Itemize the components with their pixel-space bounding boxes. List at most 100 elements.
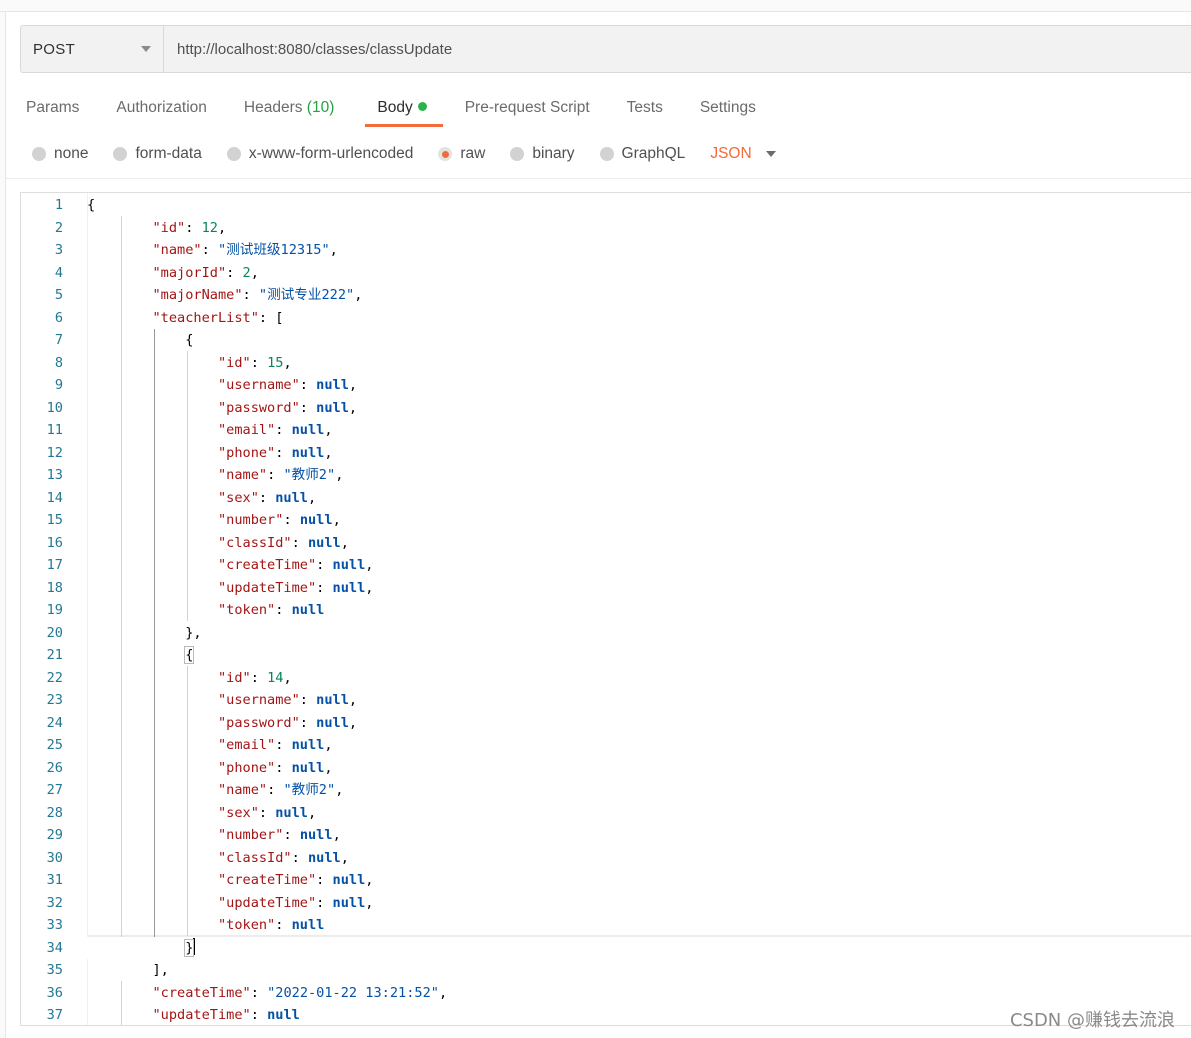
tab-settings[interactable]: Settings [700, 96, 756, 128]
url-input[interactable]: http://localhost:8080/classes/classUpdat… [164, 26, 1191, 72]
line-number: 23 [46, 692, 63, 708]
code-line: 8 "id": 15, [21, 352, 1191, 375]
code-text: "teacherList": [ [152, 309, 284, 326]
code-line: 23 "username": null, [21, 689, 1191, 712]
radio-urlencoded-label: x-www-form-urlencoded [248, 145, 414, 162]
line-number: 20 [46, 624, 63, 641]
line-number: 9 [54, 377, 63, 393]
code-line: 14 "sex": null, [21, 487, 1191, 510]
line-number: 34 [46, 939, 63, 956]
code-text: "name": "教师2", [217, 782, 344, 798]
chevron-down-icon [765, 151, 776, 157]
active-tab-indicator [365, 124, 443, 127]
code-line: 32 "updateTime": null, [21, 892, 1191, 915]
code-line: 10 "password": null, [21, 397, 1191, 420]
major-id-value: 2 [242, 264, 251, 281]
code-text: "id": 12, [152, 219, 227, 236]
tab-body-label: Body [377, 99, 413, 116]
code-line: 9 "username": null, [21, 374, 1191, 397]
code-line: 3 "name": "测试班级12315", [21, 239, 1191, 262]
code-text: { [185, 332, 194, 348]
radio-circle-selected [438, 147, 453, 161]
radio-none[interactable]: none [32, 145, 88, 163]
teacher-name-value: "教师2" [283, 782, 336, 798]
request-tabs: Params Authorization Headers (10) Body P… [26, 96, 756, 128]
class-name-value: "测试班级12315" [217, 242, 330, 258]
code-line: 26 "phone": null, [21, 757, 1191, 780]
line-number: 2 [54, 219, 63, 236]
line-number: 33 [46, 917, 63, 933]
code-line: 29 "number": null, [21, 824, 1191, 847]
code-text: "createTime": null, [217, 557, 374, 573]
tab-headers[interactable]: Headers (10) [244, 96, 334, 128]
code-line: 11 "email": null, [21, 419, 1191, 442]
code-text: "username": null, [217, 377, 358, 393]
section-divider [6, 178, 1191, 179]
radio-circle [113, 147, 128, 161]
code-text: { [184, 646, 195, 664]
code-text: "phone": null, [217, 444, 333, 461]
code-text: "id": 14, [217, 669, 292, 686]
line-number: 36 [46, 984, 63, 1001]
radio-circle [510, 147, 525, 161]
tab-authorization[interactable]: Authorization [116, 96, 206, 128]
radio-none-label: none [54, 145, 89, 162]
code-text: "updateTime": null, [217, 579, 374, 596]
code-line: 20 }, [21, 622, 1191, 645]
line-number: 18 [46, 579, 63, 596]
radio-binary-label: binary [532, 145, 575, 162]
code-line: 15 "number": null, [21, 509, 1191, 532]
method-label: POST [33, 40, 76, 58]
tab-body[interactable]: Body [365, 96, 443, 128]
format-select[interactable]: JSON [710, 145, 776, 163]
method-select[interactable]: POST [21, 26, 164, 72]
code-text: "updateTime": null [152, 1007, 300, 1023]
line-number: 3 [54, 242, 63, 258]
format-select-label: JSON [710, 145, 752, 162]
code-text: "token": null [217, 917, 325, 933]
code-line: 18 "updateTime": null, [21, 577, 1191, 600]
code-text: "password": null, [217, 714, 358, 731]
text-cursor [193, 937, 196, 955]
tab-tests[interactable]: Tests [627, 96, 663, 128]
code-text: "number": null, [217, 512, 341, 528]
radio-circle [226, 147, 241, 161]
line-number: 29 [46, 827, 63, 843]
modified-dot-icon [417, 102, 427, 111]
code-line: 33 "token": null [21, 914, 1191, 937]
radio-binary[interactable]: binary [510, 145, 575, 163]
chevron-down-icon [141, 46, 151, 52]
line-number: 8 [54, 354, 63, 371]
radio-graphql[interactable]: GraphQL [599, 145, 685, 163]
line-number: 6 [54, 309, 63, 326]
code-editor[interactable]: 1{ 2 "id": 12, 3 "name": "测试班级12315", 4 … [20, 192, 1191, 1026]
code-line: 31 "createTime": null, [21, 869, 1191, 892]
line-number: 12 [46, 444, 63, 461]
code-lines: 1{ 2 "id": 12, 3 "name": "测试班级12315", 4 … [21, 194, 1191, 1025]
line-number: 30 [46, 849, 63, 866]
radio-circle [599, 147, 614, 161]
radio-raw[interactable]: raw [438, 145, 485, 163]
radio-urlencoded[interactable]: x-www-form-urlencoded [226, 145, 414, 163]
tab-prerequest-script[interactable]: Pre-request Script [465, 96, 590, 128]
code-text: "number": null, [217, 827, 341, 843]
code-line: 36 "createTime": "2022-01-22 13:21:52", [21, 982, 1191, 1005]
code-line: 21 { [21, 644, 1191, 667]
code-text: "username": null, [217, 692, 358, 708]
line-number: 27 [46, 782, 63, 798]
code-text: "sex": null, [217, 489, 317, 506]
teacher-name-value: "教师2" [283, 467, 336, 483]
tab-params[interactable]: Params [26, 96, 79, 128]
tab-headers-count: (10) [306, 99, 335, 116]
line-number: 17 [46, 557, 63, 573]
code-line: 24 "password": null, [21, 712, 1191, 735]
code-line: 13 "name": "教师2", [21, 464, 1191, 487]
request-bar: POST http://localhost:8080/classes/class… [20, 25, 1191, 73]
radio-form-data[interactable]: form-data [113, 145, 202, 163]
code-line: 12 "phone": null, [21, 442, 1191, 465]
code-line: 35 ], [21, 959, 1191, 982]
line-number: 24 [46, 714, 63, 731]
line-number: 4 [54, 264, 63, 281]
window-top-edge [0, 0, 1191, 12]
code-text: "password": null, [217, 399, 358, 416]
